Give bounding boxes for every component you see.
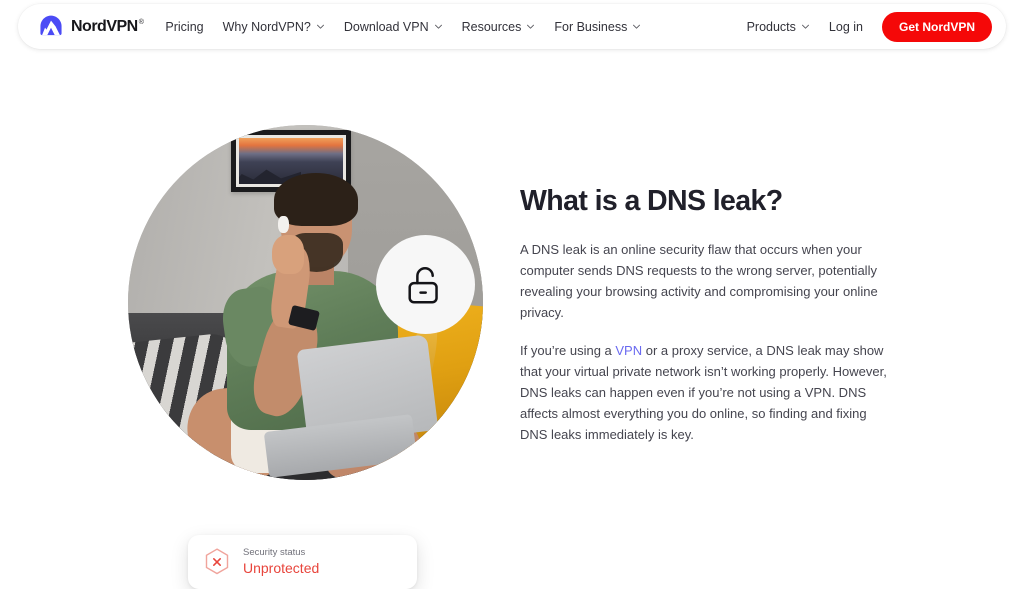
hero-text-column: What is a DNS leak? A DNS leak is an onl… (520, 100, 920, 500)
photo-person-earbud (277, 215, 290, 234)
get-nordvpn-button[interactable]: Get NordVPN (881, 11, 992, 42)
nav-item-log-in[interactable]: Log in (829, 16, 863, 38)
nav-item-label: Pricing (165, 19, 204, 34)
hexagon-x-icon (205, 548, 229, 575)
nav-item-for-business[interactable]: For Business (554, 16, 641, 38)
photo-person-hand (271, 235, 304, 275)
hero-media-column: Security status Unprotected (0, 100, 520, 589)
nav-item-download-vpn[interactable]: Download VPN (344, 16, 443, 38)
secondary-paragraph: If you’re using a VPN or a proxy service… (520, 340, 888, 445)
security-status-label: Security status (243, 546, 306, 558)
security-status-card: Security status Unprotected (188, 535, 417, 589)
chevron-down-icon (316, 24, 324, 29)
nav-item-label: Resources (461, 19, 522, 34)
nordvpn-logo-link[interactable]: NordVPN® (38, 14, 144, 40)
nav-item-resources[interactable]: Resources (462, 16, 536, 38)
nav-item-label: Log in (828, 19, 863, 34)
unlock-badge (376, 235, 475, 334)
nav-item-label: Products (746, 19, 796, 34)
hero-section: Security status Unprotected What is a DN… (0, 100, 1024, 589)
nav-item-label: Download VPN (343, 19, 429, 34)
secondary-nav-links: Products Log in Get NordVPN (747, 11, 992, 42)
unlock-icon (407, 266, 438, 303)
nav-item-pricing[interactable]: Pricing (165, 16, 203, 38)
primary-nav-links: Pricing Why NordVPN? Download VPN Resour… (165, 16, 641, 38)
vpn-link[interactable]: VPN (615, 343, 642, 358)
chevron-down-icon (527, 24, 535, 29)
chevron-down-icon (801, 24, 809, 29)
trademark-symbol: ® (138, 19, 144, 27)
intro-paragraph: A DNS leak is an online security flaw th… (520, 242, 878, 321)
security-status-value: Unprotected (243, 559, 320, 576)
nordvpn-mountain-logo-icon (40, 15, 62, 35)
security-status-text: Security status Unprotected (243, 547, 319, 578)
chevron-down-icon (434, 24, 442, 29)
paragraph-text-before-link: If you’re using a (520, 343, 616, 359)
page-title: What is a DNS leak? (520, 185, 783, 217)
nav-item-label: Why NordVPN? (222, 19, 311, 34)
top-navigation-bar: NordVPN® Pricing Why NordVPN? Download V… (18, 4, 1006, 49)
nav-item-why-nordvpn[interactable]: Why NordVPN? (223, 16, 325, 38)
chevron-down-icon (633, 24, 641, 29)
nav-item-label: For Business (554, 19, 628, 34)
nav-item-products[interactable]: Products (747, 16, 810, 38)
brand-name: NordVPN® (71, 17, 144, 35)
